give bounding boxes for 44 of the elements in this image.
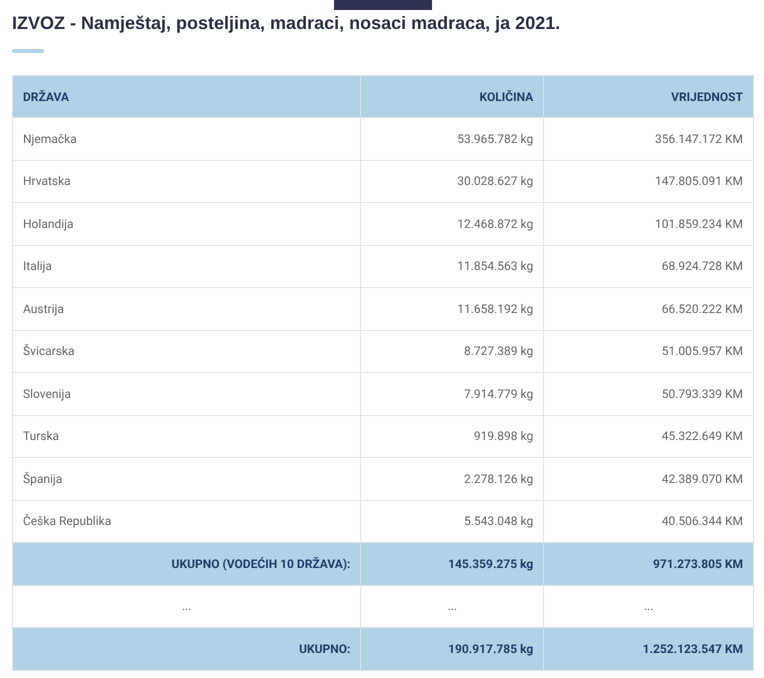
table-cell: 919.898 kg	[474, 429, 534, 444]
table-cell: 11.854.563 kg	[457, 259, 534, 274]
table-cell: 101.859.234 KM	[654, 216, 743, 231]
table-cell: Slovenija	[23, 386, 71, 401]
table-cell: 30.028.627 kg	[457, 174, 534, 188]
column-header: KOLIČINA	[360, 76, 544, 118]
table-cell: 1.252.123.547 KM	[642, 642, 743, 656]
table-cell: 42.389.070 KM	[662, 472, 743, 486]
table-cell: 51.005.957 KM	[662, 344, 743, 358]
table-cell: Turska	[23, 429, 60, 444]
table-cell: Hrvatska	[23, 174, 71, 188]
table-cell: 45.322.649 KM	[662, 429, 743, 444]
table-cell: Češka Republika	[23, 514, 112, 528]
table-cell: ...	[644, 599, 654, 614]
table-cell: Švicarska	[23, 344, 75, 358]
table-cell: ...	[448, 599, 458, 614]
table-cell: Njemačka	[23, 132, 77, 146]
table-cell: 50.793.339 KM	[662, 386, 743, 401]
page-title: IZVOZ - Namještaj, posteljina, madraci, nosaci madraca, ja 2021.	[12, 12, 562, 35]
table-cell: 12.468.872 kg	[457, 216, 534, 231]
table-cell: UKUPNO (VODEĆIH 10 DRŽAVA):	[172, 556, 350, 571]
table-cell: 40.506.344 KM	[662, 514, 743, 528]
table-cell: 356.147.172 KM	[654, 132, 743, 146]
table-cell: 66.520.222 KM	[662, 302, 743, 316]
table-cell: 68.924.728 KM	[662, 259, 743, 274]
column-header: VRIJEDNOST	[544, 76, 754, 118]
table-cell: 971.273.805 KM	[652, 556, 743, 571]
table-cell: Italija	[23, 259, 52, 274]
table-cell: ...	[182, 599, 192, 614]
table-cell: 190.917.785 kg	[448, 642, 534, 656]
title-underline	[12, 49, 44, 53]
table-cell: Austrija	[23, 302, 64, 316]
table-cell: UKUPNO:	[299, 642, 350, 656]
table-cell: 7.914.779 kg	[464, 386, 534, 401]
column-header: DRŽAVA	[12, 76, 361, 118]
table-cell: 11.658.192 kg	[457, 302, 534, 316]
table-cell: Španija	[23, 472, 62, 486]
table-cell: 8.727.389 kg	[464, 344, 534, 358]
table-cell: Holandija	[23, 216, 74, 231]
table-cell: 145.359.275 kg	[448, 556, 534, 571]
table-cell: 2.278.126 kg	[464, 472, 534, 486]
table-cell: 5.543.048 kg	[464, 514, 534, 528]
table-cell: 147.805.091 KM	[654, 174, 743, 188]
table-cell: 53.965.782 kg	[457, 132, 534, 146]
